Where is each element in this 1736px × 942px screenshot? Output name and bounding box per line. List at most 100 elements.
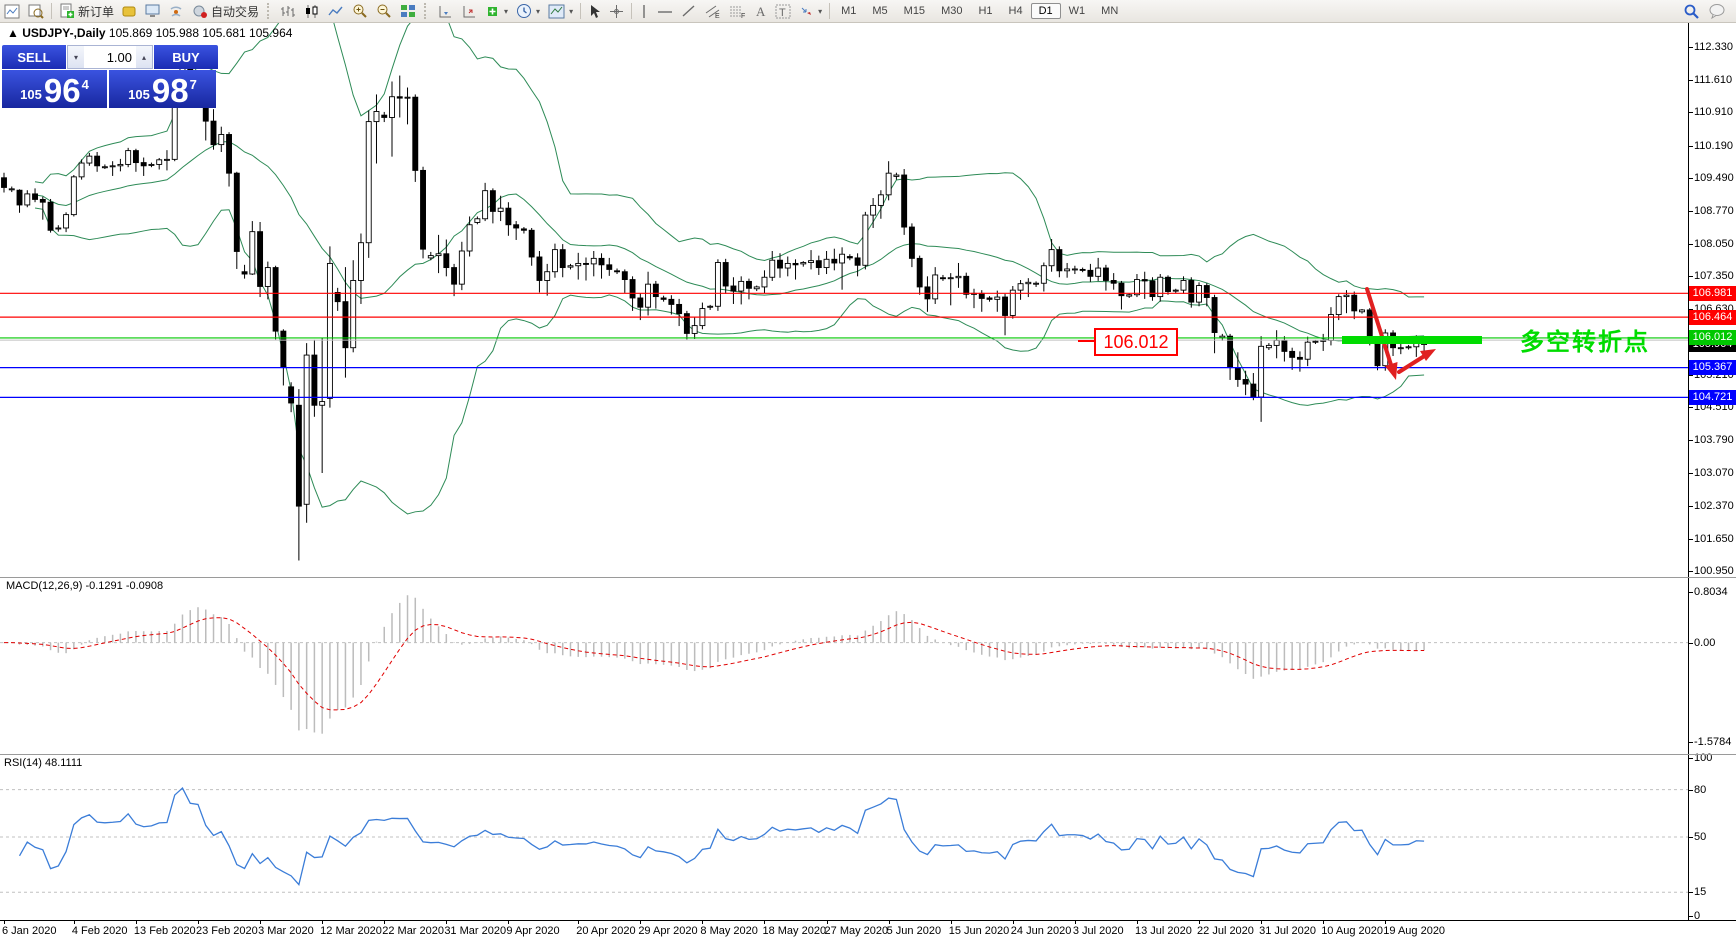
trendline-tool-icon[interactable] [677,1,700,21]
axis-tick-mark [1688,407,1693,408]
macd-tick: 0.8034 [1694,586,1728,598]
search-icon[interactable] [1679,1,1704,21]
axis-tick-mark [1688,592,1693,593]
tab-h4[interactable]: H4 [1001,3,1031,19]
level-price-tag: 106.981 [1689,286,1736,301]
fibonacci-tool-icon[interactable]: F [725,1,750,21]
auto-trading-button[interactable]: 自动交易 [188,1,263,21]
vertical-line-tool-icon[interactable] [635,1,653,21]
tab-m5[interactable]: M5 [864,3,895,19]
auto-trading-label: 自动交易 [211,3,259,20]
date-label: 5 Jun 2020 [887,925,941,937]
mt4-window: 新订单 自动交易 [0,0,1736,942]
sell-price-handle: 105 [20,87,42,102]
crosshair-icon[interactable] [605,1,628,21]
buy-price-big: 98 [152,76,189,106]
signals-icon[interactable] [165,1,188,21]
price-tick: 103.070 [1694,467,1734,479]
rsi-pane[interactable] [0,755,1688,920]
rsi-label: RSI(14) 48.1111 [4,757,82,769]
periods-button[interactable]: ▾ [512,1,544,21]
terminal-icon[interactable] [141,1,165,21]
add-indicator-button[interactable]: ▾ [481,1,512,21]
text-tool-icon[interactable]: A [750,1,771,21]
chart-profiles-icon[interactable] [24,1,48,21]
date-label: 19 Aug 2020 [1383,925,1445,937]
tab-h1[interactable]: H1 [970,3,1000,19]
highlight-level-bar[interactable] [1342,336,1482,344]
price-tick: 108.770 [1694,205,1734,217]
volume-up-button[interactable]: ▴ [136,46,152,68]
line-chart-mode-icon[interactable] [324,1,348,21]
buy-price[interactable]: 105 98 7 [109,70,216,108]
axis-tick-mark [1688,276,1693,277]
axis-tick-mark [1688,80,1693,81]
tile-windows-icon[interactable] [396,1,420,21]
pane-separator[interactable] [0,754,1736,755]
price-axis-border [1688,22,1689,920]
axis-tick-mark [1688,892,1693,893]
date-label: 23 Feb 2020 [196,925,258,937]
new-order-button[interactable]: 新订单 [55,1,118,21]
price-pane[interactable] [0,22,1688,578]
date-label: 29 Apr 2020 [638,925,697,937]
price-callout-dash [1078,340,1094,342]
auto-scroll-icon[interactable] [433,1,457,21]
label-tool-icon[interactable]: T [771,1,795,21]
axis-tick-mark [1688,790,1693,791]
zoom-in-icon[interactable] [348,1,372,21]
new-chart-icon[interactable] [0,1,24,21]
tab-m15[interactable]: M15 [896,3,933,19]
candlestick-mode-icon[interactable] [300,1,324,21]
svg-text:F: F [741,13,745,19]
date-label: 31 Jul 2020 [1259,925,1316,937]
date-label: 4 Feb 2020 [72,925,128,937]
date-label: 9 Apr 2020 [506,925,559,937]
template-button[interactable]: ▾ [544,1,577,21]
pane-separator[interactable] [0,577,1736,578]
price-tick: 110.190 [1694,140,1733,152]
macd-pane[interactable] [0,578,1688,755]
yellow-cube-icon[interactable] [118,1,141,21]
date-label: 13 Feb 2020 [134,925,196,937]
channel-tool-icon[interactable]: E [700,1,725,21]
candles-layer [2,52,1427,560]
date-label: 3 Mar 2020 [258,925,314,937]
tab-w1[interactable]: W1 [1061,3,1094,19]
price-tick: 107.350 [1694,270,1734,282]
volume-input[interactable]: 1.00 [84,46,136,68]
axis-tick-mark [1688,916,1693,917]
axis-tick-mark [1688,539,1693,540]
buy-button[interactable]: BUY [154,45,218,69]
volume-stepper: ▾ 1.00 ▴ [67,45,153,69]
tab-mn[interactable]: MN [1093,3,1126,19]
axis-tick-mark [1688,758,1693,759]
chevron-down-icon: ▾ [536,7,540,16]
level-price-tag: 105.367 [1689,360,1736,375]
tab-m1[interactable]: M1 [833,3,864,19]
chat-icon[interactable] [1704,1,1730,21]
date-label: 8 May 2020 [700,925,757,937]
horizontal-lines[interactable] [0,293,1688,397]
zoom-out-icon[interactable] [372,1,396,21]
price-tick: 108.050 [1694,238,1734,250]
tab-m30[interactable]: M30 [933,3,970,19]
horizontal-line-tool-icon[interactable] [653,1,677,21]
axis-tick-mark [1688,244,1693,245]
turning-point-annotation[interactable]: 多空转折点 [1520,322,1650,357]
volume-down-button[interactable]: ▾ [68,46,84,68]
sell-button[interactable]: SELL [2,45,66,69]
ohlc-values: 105.869 105.988 105.681 105.964 [109,26,293,40]
svg-text:E: E [715,13,720,19]
bar-chart-mode-icon[interactable] [276,1,300,21]
macd-histogram [3,595,1425,733]
arrows-tool-button[interactable]: ▾ [795,1,826,21]
date-label: 22 Jul 2020 [1197,925,1254,937]
price-tick: 111.610 [1694,74,1732,86]
cursor-icon[interactable] [584,1,605,21]
price-callout-box[interactable]: 106.012 [1094,328,1178,356]
one-click-trading-panel: SELL ▾ 1.00 ▴ BUY 105 96 4 105 98 7 [2,45,218,108]
chart-shift-icon[interactable] [457,1,481,21]
sell-price[interactable]: 105 96 4 [2,70,107,108]
tab-d1[interactable]: D1 [1031,3,1061,19]
